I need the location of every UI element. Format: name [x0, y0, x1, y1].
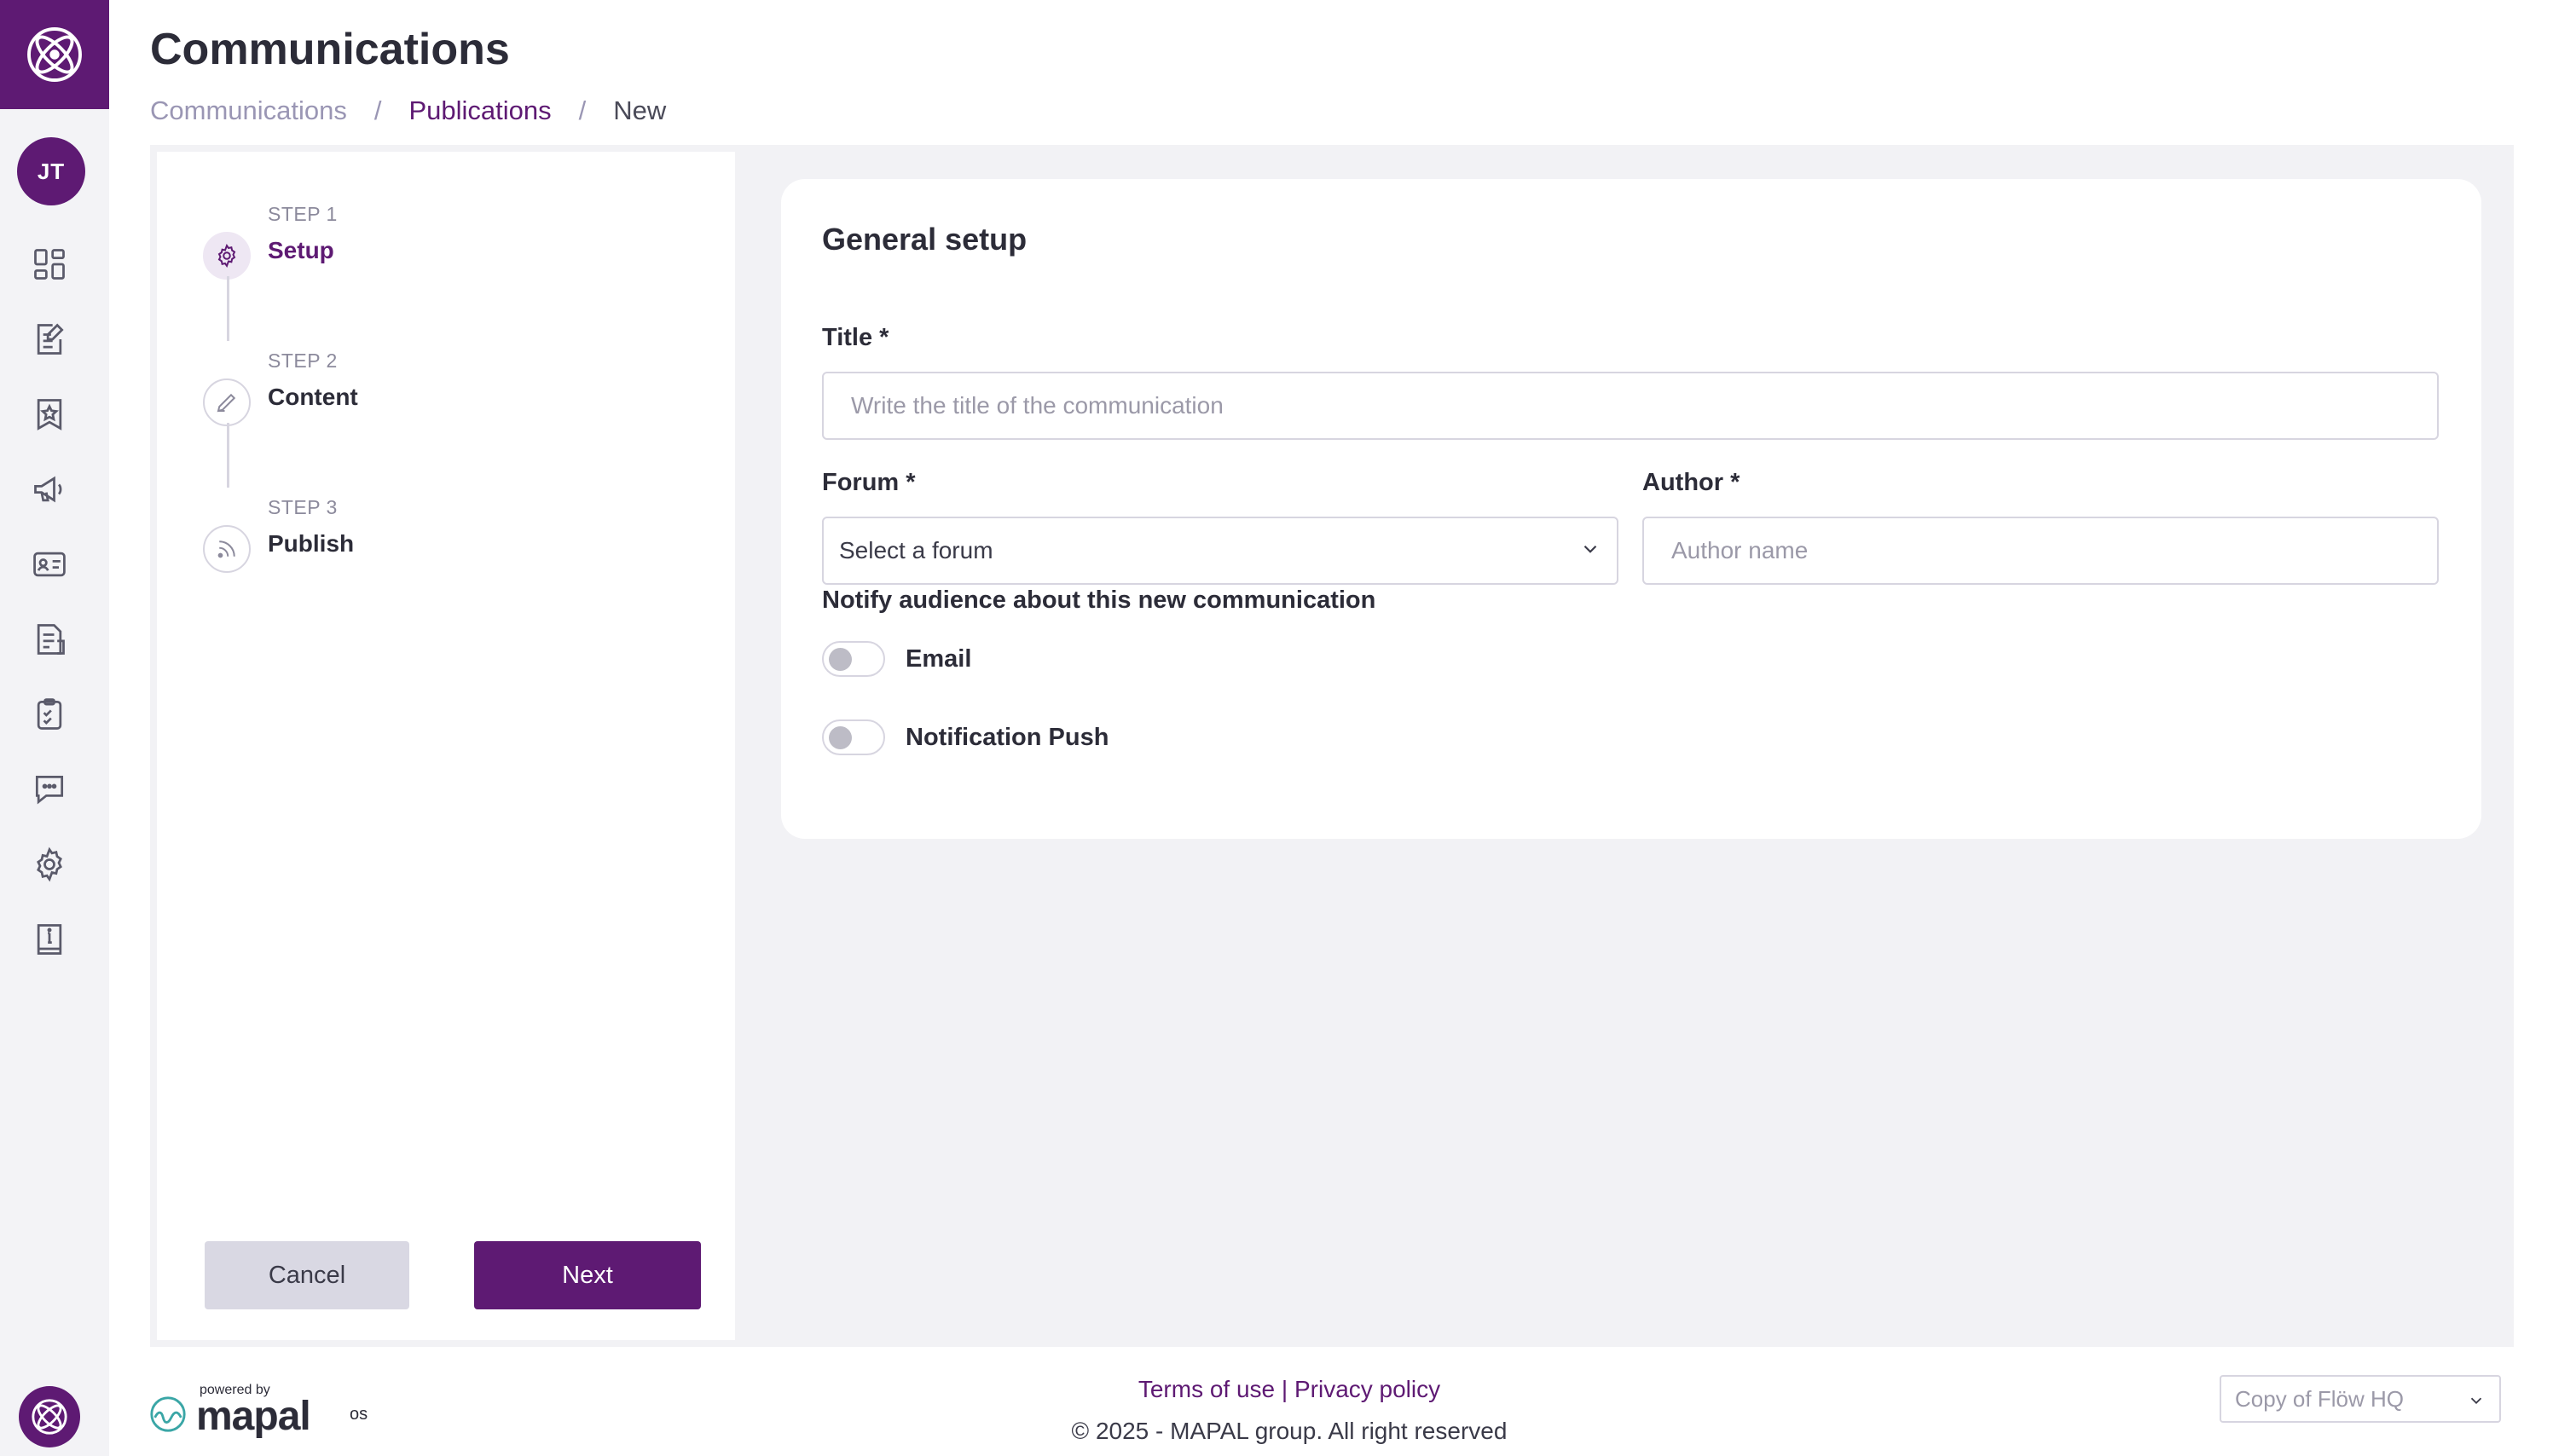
mapal-wave-icon [150, 1396, 186, 1432]
gear-icon [203, 232, 251, 280]
title-input[interactable] [822, 372, 2439, 440]
edit-document-icon[interactable] [29, 319, 70, 360]
terms-link[interactable]: Terms of use [1138, 1376, 1275, 1402]
breadcrumb-communications[interactable]: Communications [150, 95, 347, 126]
author-input[interactable] [1642, 517, 2439, 585]
document-list-icon[interactable] [29, 619, 70, 660]
email-toggle-label: Email [906, 644, 972, 673]
pencil-icon [203, 378, 251, 426]
title-label: Title * [822, 324, 889, 351]
stepper-panel: STEP 1 Setup STEP 2 Content STEP 3 Publi… [157, 152, 735, 1340]
location-select[interactable]: Copy of Flöw HQ [2220, 1375, 2501, 1423]
general-setup-card: General setup Title * Forum * Select a f… [781, 179, 2481, 839]
brand-suffix: os [350, 1405, 368, 1424]
author-label: Author * [1642, 469, 1740, 496]
next-button[interactable]: Next [474, 1241, 701, 1309]
badge-star-icon[interactable] [29, 394, 70, 435]
powered-by-logo: powered by mapal os [148, 1381, 387, 1441]
chevron-down-icon [1579, 538, 1601, 564]
privacy-link[interactable]: Privacy policy [1294, 1376, 1440, 1402]
atom-logo-icon[interactable] [0, 0, 109, 109]
dashboard-grid-icon[interactable] [29, 244, 70, 285]
breadcrumb-separator: / [373, 95, 382, 125]
step-label: Publish [268, 530, 355, 557]
step-number: STEP 2 [268, 350, 338, 372]
step-label: Setup [268, 237, 334, 263]
gear-icon[interactable] [29, 844, 70, 885]
clipboard-check-icon[interactable] [29, 694, 70, 735]
page-title: Communications [150, 25, 510, 74]
step-number: STEP 1 [268, 203, 338, 225]
notify-label: Notify audience about this new communica… [822, 586, 1376, 614]
sidebar: JT [0, 0, 109, 1456]
forum-select-value: Select a forum [839, 537, 993, 563]
forum-select[interactable]: Select a forum [822, 517, 1618, 585]
email-toggle[interactable] [822, 641, 885, 677]
main-content: STEP 1 Setup STEP 2 Content STEP 3 Publi… [150, 145, 2514, 1347]
notification-push-toggle[interactable] [822, 719, 885, 755]
push-toggle-row: Notification Push [822, 719, 1109, 755]
step-label: Content [268, 384, 358, 410]
info-book-icon[interactable] [29, 919, 70, 960]
step-number: STEP 3 [268, 496, 338, 518]
email-toggle-row: Email [822, 641, 971, 677]
notification-push-label: Notification Push [906, 723, 1109, 751]
step-connector [227, 423, 229, 488]
copyright: © 2025 - MAPAL group. All right reserved [1071, 1418, 1508, 1444]
cancel-button[interactable]: Cancel [205, 1241, 409, 1309]
chat-bubble-icon[interactable] [29, 769, 70, 810]
location-select-value: Copy of Flöw HQ [2235, 1385, 2404, 1412]
megaphone-icon[interactable] [29, 469, 70, 510]
rss-icon [203, 525, 251, 573]
user-avatar[interactable]: JT [17, 137, 85, 205]
footer-links: Terms of use | Privacy policy [1023, 1376, 1555, 1403]
breadcrumb-new: New [613, 95, 667, 125]
chevron-down-icon [2467, 1384, 2486, 1414]
step-connector [227, 276, 229, 341]
atom-logo-icon[interactable] [19, 1386, 80, 1447]
breadcrumb-separator: / [578, 95, 587, 125]
breadcrumb-publications[interactable]: Publications [409, 95, 552, 126]
id-card-icon[interactable] [29, 544, 70, 585]
forum-label: Forum * [822, 469, 916, 496]
breadcrumb: Communications / Publications / New [150, 95, 666, 126]
footer-link-separator: | [1281, 1376, 1288, 1402]
card-title: General setup [822, 222, 1028, 257]
brand-name: mapal [196, 1394, 311, 1439]
